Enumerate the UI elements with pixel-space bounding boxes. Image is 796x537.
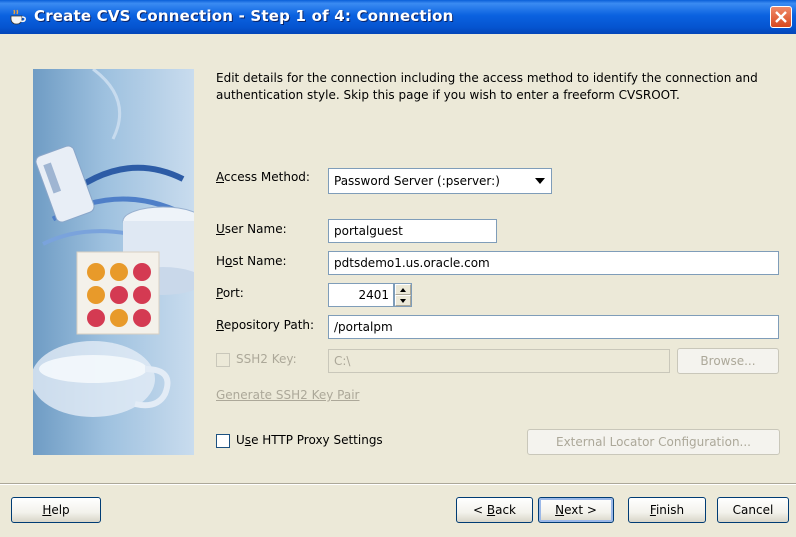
back-button[interactable]: < Back [456, 497, 533, 523]
close-button[interactable] [770, 6, 792, 28]
finish-button[interactable]: Finish [628, 497, 706, 523]
repository-path-label: Repository Path: [216, 318, 315, 332]
dialog-window: Create CVS Connection - Step 1 of 4: Con… [0, 0, 796, 537]
ssh2-key-input[interactable]: C:\ [328, 349, 670, 373]
wizard-illustration [33, 69, 194, 455]
http-proxy-checkbox[interactable] [216, 434, 230, 448]
host-name-input[interactable]: pdtsdemo1.us.oracle.com [328, 251, 779, 275]
access-method-label: Access Method: [216, 170, 310, 184]
port-input[interactable]: 2401 [328, 283, 394, 307]
window-title: Create CVS Connection - Step 1 of 4: Con… [34, 7, 454, 25]
generate-ssh2-key-link[interactable]: Generate SSH2 Key Pair [216, 388, 359, 402]
http-proxy-label: Use HTTP Proxy Settings [236, 433, 383, 447]
help-button[interactable]: Help [11, 497, 101, 523]
repository-path-input[interactable]: /portalpm [328, 315, 779, 339]
port-label: Port: [216, 286, 244, 300]
port-spinner[interactable] [394, 283, 412, 307]
spin-down-icon[interactable] [395, 295, 411, 306]
cancel-button[interactable]: Cancel [717, 497, 789, 523]
spin-up-icon[interactable] [395, 284, 411, 295]
browse-button[interactable]: Browse... [677, 348, 779, 374]
external-locator-button[interactable]: External Locator Configuration... [527, 429, 780, 455]
user-name-input[interactable]: portalguest [328, 219, 497, 243]
next-button[interactable]: Next > [538, 497, 614, 523]
ssh2-key-checkbox[interactable] [216, 353, 230, 367]
dropdown-arrow-icon [535, 178, 545, 184]
access-method-select[interactable]: Password Server (:pserver:) [328, 168, 552, 194]
host-name-label: Host Name: [216, 254, 287, 268]
coffee-cup-icon [10, 9, 26, 25]
close-icon [775, 11, 787, 23]
description-text: Edit details for the connection includin… [216, 71, 758, 102]
ssh2-key-label: SSH2 Key: [236, 352, 297, 366]
footer-separator [0, 483, 796, 485]
title-bar[interactable]: Create CVS Connection - Step 1 of 4: Con… [0, 0, 796, 34]
user-name-label: User Name: [216, 222, 287, 236]
access-method-value: Password Server (:pserver:) [334, 174, 500, 188]
